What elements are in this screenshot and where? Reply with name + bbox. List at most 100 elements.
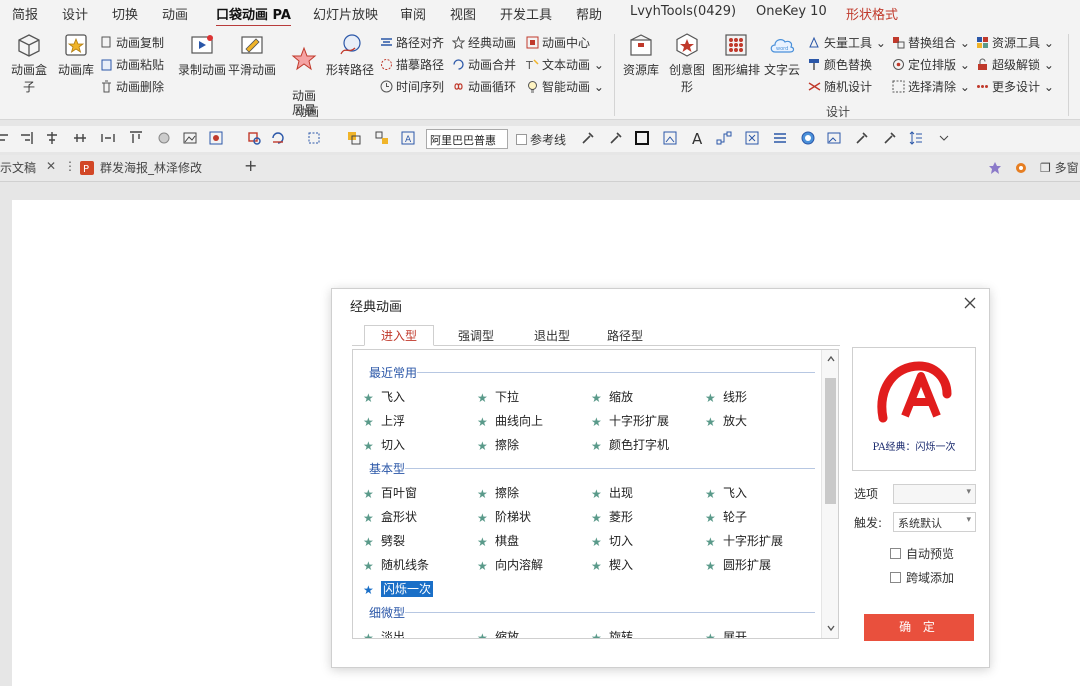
tab-lvyhtools[interactable]: LvyhTools(0429) xyxy=(630,4,736,19)
creative-shape-button[interactable]: 创意图形 xyxy=(664,32,710,95)
eyedropper-icon[interactable] xyxy=(608,130,624,146)
list-item[interactable]: ★ 十字形扩展 xyxy=(591,412,669,429)
morph-path-button[interactable]: 形转路径 xyxy=(326,32,374,78)
list-item-selected[interactable]: ★ 闪烁一次 xyxy=(363,580,434,597)
smooth-animation-button[interactable]: 平滑动画 xyxy=(228,32,276,78)
tab-path[interactable]: 路径型 xyxy=(596,327,654,344)
scroll-thumb[interactable] xyxy=(825,378,836,504)
tab-pocket-animation[interactable]: 口袋动画 PA xyxy=(216,4,291,28)
document-tab[interactable]: 示文稿 xyxy=(0,159,36,176)
trace-path-button[interactable]: 描摹路径 xyxy=(380,56,444,73)
line-spacing-icon[interactable] xyxy=(908,130,924,146)
crop-icon[interactable] xyxy=(306,130,322,146)
tab-help[interactable]: 帮助 xyxy=(576,4,602,23)
resource-tool-button[interactable]: 资源工具 ⌄ xyxy=(976,34,1054,51)
animation-copy-button[interactable]: 动画复制 xyxy=(100,34,164,51)
trigger-select[interactable]: 系统默认 ▾ xyxy=(893,512,976,532)
animation-center-button[interactable]: 动画中心 xyxy=(526,34,590,51)
word-cloud-button[interactable]: word 文字云 xyxy=(762,32,802,78)
tab-view[interactable]: 视图 xyxy=(450,4,476,23)
scroll-down-icon[interactable] xyxy=(826,623,836,633)
list-item[interactable]: ★ 轮子 xyxy=(705,508,747,525)
picture-icon[interactable] xyxy=(826,130,842,146)
tab-transitions[interactable]: 切换 xyxy=(112,4,138,23)
animation-paste-button[interactable]: 动画粘贴 xyxy=(100,56,164,73)
list-item[interactable]: ★ 淡出 xyxy=(363,628,405,638)
list-item[interactable]: ★ 线形 xyxy=(705,388,747,405)
list-item[interactable]: ★ 出现 xyxy=(591,484,633,501)
list-item[interactable]: ★ 下拉 xyxy=(477,388,519,405)
image-icon[interactable] xyxy=(182,130,198,146)
super-unlock-button[interactable]: 超级解锁 ⌄ xyxy=(976,56,1054,73)
distribute-icon[interactable] xyxy=(100,130,116,146)
tab-design[interactable]: 设计 xyxy=(62,4,88,23)
shape-fill-icon[interactable] xyxy=(246,130,262,146)
align-right-icon[interactable] xyxy=(18,130,34,146)
tab-developer[interactable]: 开发工具 xyxy=(500,4,552,23)
vertical-scrollbar[interactable] xyxy=(821,350,838,638)
multi-window-button[interactable]: ❐ 多窗 xyxy=(1040,159,1079,176)
align-left-icon[interactable] xyxy=(0,130,12,146)
animation-library-button[interactable]: 动画库 xyxy=(56,32,96,78)
document-tab-active[interactable]: 群发海报_林泽修改 xyxy=(100,159,202,176)
classic-animation-button[interactable]: 经典动画 xyxy=(452,34,516,51)
record-circle-icon[interactable] xyxy=(800,130,816,146)
reference-line-checkbox[interactable]: 参考线 xyxy=(516,131,566,148)
color-replace-button[interactable]: 颜色替换 xyxy=(808,56,872,73)
pin-icon[interactable] xyxy=(988,161,1002,175)
tab-briefing[interactable]: 简报 xyxy=(12,4,38,23)
list-item[interactable]: ★ 旋转 xyxy=(591,628,633,638)
align-top-icon[interactable] xyxy=(128,130,144,146)
settings-gear-icon[interactable] xyxy=(1014,161,1028,175)
rotate-icon[interactable] xyxy=(270,130,286,146)
animation-delete-button[interactable]: 动画删除 xyxy=(100,78,164,95)
list-item[interactable]: ★ 曲线向上 xyxy=(477,412,543,429)
timeline-button[interactable]: 时间序列 xyxy=(380,78,444,95)
list-item[interactable]: ★ 切入 xyxy=(591,532,633,549)
font-select[interactable]: 阿里巴巴普惠 xyxy=(426,129,508,149)
replace-combo-button[interactable]: 替换组合 ⌄ xyxy=(892,34,970,51)
picture-frame-icon[interactable] xyxy=(208,130,224,146)
close-icon[interactable]: ✕ xyxy=(46,159,56,173)
select-clear-button[interactable]: 选择清除 ⌄ xyxy=(892,78,970,95)
vector-tool-button[interactable]: 矢量工具 ⌄ xyxy=(808,34,886,51)
list-item[interactable]: ★ 擦除 xyxy=(477,484,519,501)
option-select[interactable]: ▾ xyxy=(893,484,976,504)
circle-icon[interactable] xyxy=(156,130,172,146)
list-item[interactable]: ★ 缩放 xyxy=(591,388,633,405)
list-item[interactable]: ★ 飞入 xyxy=(705,484,747,501)
list-item[interactable]: ★ 向内溶解 xyxy=(477,556,543,573)
animation-list[interactable]: 最近常用 ★ 飞入 ★ 下拉 ★ 缩放 ★ 线形 ★ 上浮 ★ 曲线向上 ★ 十字形扩展 ★ 放… xyxy=(352,349,839,639)
ok-button[interactable]: 确 定 xyxy=(864,614,974,641)
tab-emphasis[interactable]: 强调型 xyxy=(447,327,505,344)
cross-add-checkbox[interactable]: 跨域添加 xyxy=(890,569,954,586)
overflow-chevron-icon[interactable] xyxy=(936,130,952,146)
distribute-h-icon[interactable] xyxy=(72,130,88,146)
resource-library-button[interactable]: 资源库 xyxy=(620,32,662,78)
image-frame-icon[interactable] xyxy=(662,130,678,146)
list-item[interactable]: ★ 上浮 xyxy=(363,412,405,429)
align-center-icon[interactable] xyxy=(44,130,60,146)
animation-loop-button[interactable]: 动画循环 xyxy=(452,78,516,95)
list-item[interactable]: ★ 百叶窗 xyxy=(363,484,417,501)
tab-slideshow[interactable]: 幻灯片放映 xyxy=(313,4,378,23)
list-item[interactable]: ★ 阶梯状 xyxy=(477,508,531,525)
tab-animations[interactable]: 动画 xyxy=(162,4,188,23)
smart-animation-button[interactable]: 智能动画 ⌄ xyxy=(526,78,604,95)
add-tab-button[interactable]: + xyxy=(244,156,257,175)
auto-preview-checkbox[interactable]: 自动预览 xyxy=(890,545,954,562)
list-item[interactable]: ★ 放大 xyxy=(705,412,747,429)
animation-box-button[interactable]: 动画盒子 xyxy=(6,32,52,95)
list-item[interactable]: ★ 圆形扩展 xyxy=(705,556,771,573)
ungroup-icon[interactable] xyxy=(374,130,390,146)
more-vertical-icon[interactable]: ⋮ xyxy=(64,159,76,173)
position-layout-button[interactable]: 定位排版 ⌄ xyxy=(892,56,970,73)
random-design-button[interactable]: 随机设计 xyxy=(808,78,872,95)
tab-review[interactable]: 审阅 xyxy=(400,4,426,23)
text-box-icon[interactable]: A xyxy=(400,130,416,146)
group-icon[interactable] xyxy=(346,130,362,146)
list-item[interactable]: ★ 劈裂 xyxy=(363,532,405,549)
path-align-button[interactable]: 路径对齐 xyxy=(380,34,444,51)
more-design-button[interactable]: 更多设计 ⌄ xyxy=(976,78,1054,95)
stack-icon[interactable] xyxy=(772,130,788,146)
